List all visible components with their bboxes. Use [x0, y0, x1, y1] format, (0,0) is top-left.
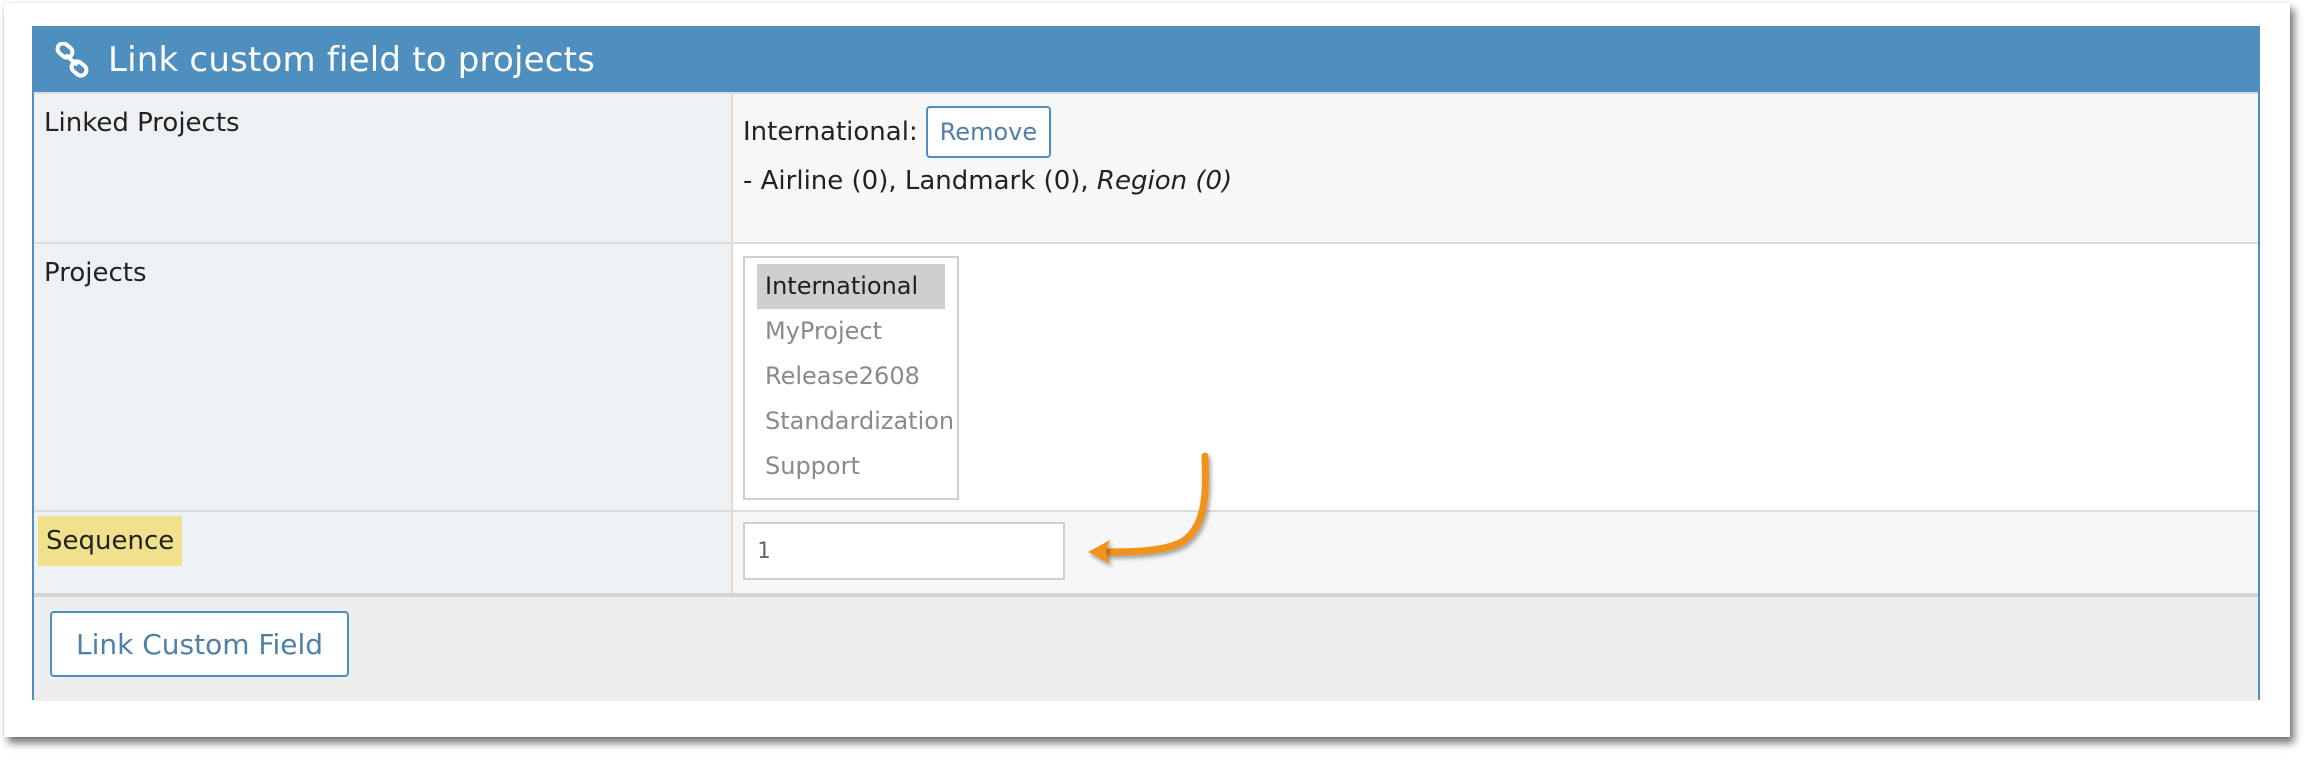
remove-button[interactable]: Remove — [925, 106, 1052, 158]
sequence-value — [732, 510, 2258, 593]
project-option[interactable]: Release2608 — [757, 354, 945, 399]
widget-header: Link custom field to projects — [34, 28, 2258, 92]
linked-projects-row: Linked Projects International: Remove - … — [34, 92, 2258, 243]
project-option[interactable]: MyProject — [757, 309, 945, 354]
projects-value: International MyProject Release2608 Stan… — [732, 242, 2258, 511]
sequence-input[interactable] — [743, 522, 1065, 580]
projects-label: Projects — [34, 242, 733, 511]
linked-fields-text: - Airline (0), Landmark (0), — [743, 166, 1097, 196]
screenshot-canvas: Link custom field to projects Linked Pro… — [0, 0, 2310, 760]
link-custom-field-button[interactable]: Link Custom Field — [50, 611, 350, 677]
sequence-label: Sequence — [38, 516, 183, 566]
linked-project-name: International: — [743, 117, 918, 147]
project-option[interactable]: Standardization — [757, 399, 954, 444]
sequence-label-cell: Sequence — [34, 510, 733, 593]
projects-multiselect[interactable]: International MyProject Release2608 Stan… — [743, 256, 959, 500]
link-icon — [54, 41, 90, 78]
linked-fields-list: - Airline (0), Landmark (0), Region (0) — [743, 166, 2248, 196]
widget-title: Link custom field to projects — [108, 40, 596, 80]
project-option[interactable]: Support — [757, 444, 945, 489]
linked-projects-label: Linked Projects — [34, 92, 733, 243]
project-option[interactable]: International — [757, 264, 945, 309]
form-footer: Link Custom Field — [34, 593, 2258, 701]
linked-projects-value: International: Remove - Airline (0), Lan… — [732, 92, 2258, 243]
annotation-arrow-icon — [1088, 452, 1209, 564]
linked-project-entry: International: Remove — [743, 106, 2248, 158]
link-custom-field-widget: Link custom field to projects Linked Pro… — [32, 26, 2260, 701]
linked-field-region: Region (0) — [1096, 166, 1233, 196]
